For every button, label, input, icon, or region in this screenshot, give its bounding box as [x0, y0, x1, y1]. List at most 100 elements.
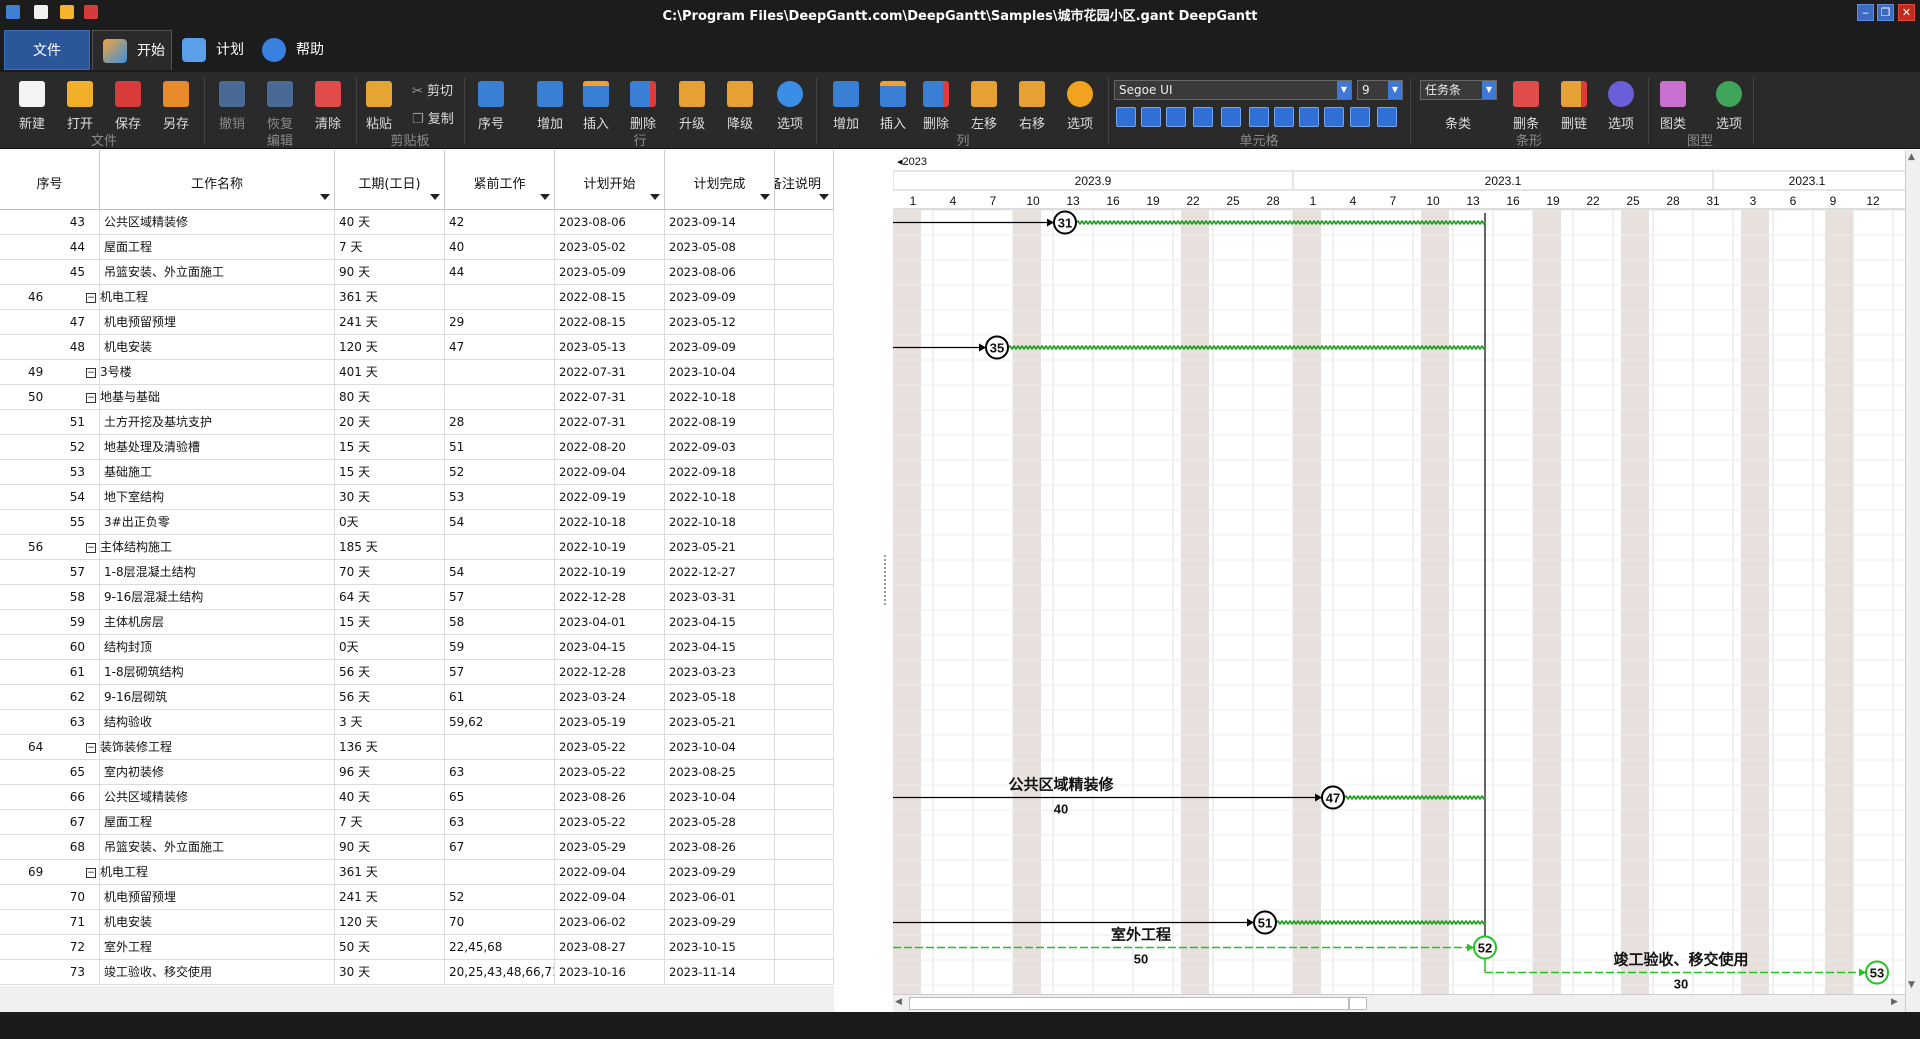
cell-name[interactable]: 基础施工: [100, 460, 335, 485]
cell-dur[interactable]: 401 天: [335, 360, 445, 385]
filter-dropdown-icon[interactable]: [320, 194, 330, 200]
cell-end[interactable]: 2023-05-28: [665, 810, 775, 835]
cell-dur[interactable]: 7 天: [335, 235, 445, 260]
collapse-toggle-icon[interactable]: −: [86, 367, 96, 378]
row-add-button[interactable]: 增加: [527, 76, 573, 136]
cell-name[interactable]: 屋面工程: [100, 810, 335, 835]
cell-dur[interactable]: 96 天: [335, 760, 445, 785]
save-button[interactable]: 保存: [105, 76, 151, 136]
cell-rem[interactable]: [775, 885, 834, 910]
collapse-toggle-icon[interactable]: −: [86, 292, 96, 303]
filter-dropdown-icon[interactable]: [650, 194, 660, 200]
cell-name[interactable]: 地下室结构: [100, 485, 335, 510]
cell-dur[interactable]: 361 天: [335, 860, 445, 885]
cell-name[interactable]: − 地基与基础: [80, 385, 335, 410]
table-row[interactable]: 68 吊篮安装、外立面施工 90 天 67 2023-05-29 2023-08-26: [0, 835, 834, 860]
cell-dur[interactable]: 30 天: [335, 960, 445, 985]
cell-dur[interactable]: 15 天: [335, 460, 445, 485]
scroll-thumb-secondary[interactable]: [1349, 997, 1367, 1010]
cell-id[interactable]: 44: [0, 235, 100, 260]
cell-name[interactable]: 结构封顶: [100, 635, 335, 660]
cell-rem[interactable]: [775, 810, 834, 835]
new-button[interactable]: 新建: [9, 76, 55, 136]
cell-end[interactable]: 2023-08-26: [665, 835, 775, 860]
splitter-grip[interactable]: [884, 555, 887, 605]
cell-rem[interactable]: [775, 960, 834, 985]
cell-pred[interactable]: 44: [445, 260, 555, 285]
cell-end[interactable]: 2022-10-18: [665, 385, 775, 410]
cell-id[interactable]: 63: [0, 710, 100, 735]
cell-name[interactable]: 室外工程: [100, 935, 335, 960]
cell-name[interactable]: −3号楼: [80, 360, 335, 385]
cell-rem[interactable]: [775, 910, 834, 935]
cell-pred[interactable]: 57: [445, 660, 555, 685]
cell-start[interactable]: 2023-08-26: [555, 785, 665, 810]
maximize-button[interactable]: ❐: [1877, 4, 1894, 21]
cell-rem[interactable]: [775, 435, 834, 460]
cell-id[interactable]: 71: [0, 910, 100, 935]
cell-id[interactable]: 62: [0, 685, 100, 710]
cell-id[interactable]: 53: [0, 460, 100, 485]
col-header-start[interactable]: 计划开始: [555, 150, 665, 210]
cell-end[interactable]: 2022-09-03: [665, 435, 775, 460]
table-row[interactable]: 54 地下室结构 30 天 53 2022-09-19 2022-10-18: [0, 485, 834, 510]
col-header-duration[interactable]: 工期(工日): [335, 150, 445, 210]
table-row[interactable]: 44 屋面工程 7 天 40 2023-05-02 2023-05-08: [0, 235, 834, 260]
cell-end[interactable]: 2023-05-21: [665, 535, 775, 560]
cell-rem[interactable]: [775, 510, 834, 535]
shape-type-button[interactable]: 图类: [1650, 76, 1696, 136]
cell-dur[interactable]: 0天: [335, 635, 445, 660]
cell-name[interactable]: − 装饰装修工程: [80, 735, 335, 760]
col-header-end[interactable]: 计划完成: [665, 150, 775, 210]
cell-name[interactable]: 机电预留预埋: [100, 885, 335, 910]
cell-dur[interactable]: 185 天: [335, 535, 445, 560]
cell-rem[interactable]: [775, 535, 834, 560]
cell-start[interactable]: 2022-12-28: [555, 660, 665, 685]
cell-name[interactable]: 公共区域精装修: [100, 210, 335, 235]
sequence-button[interactable]: 序号: [468, 76, 514, 136]
italic-icon[interactable]: [1141, 107, 1161, 127]
tab-help[interactable]: 帮助: [252, 30, 332, 70]
cell-rem[interactable]: [775, 835, 834, 860]
cell-name[interactable]: 3#出正负零: [100, 510, 335, 535]
cell-pred[interactable]: 59,62: [445, 710, 555, 735]
cell-name[interactable]: 9-16层砌筑: [100, 685, 335, 710]
scroll-down-arrow[interactable]: ▼: [1908, 980, 1915, 990]
cell-end[interactable]: 2023-06-01: [665, 885, 775, 910]
cell-rem[interactable]: [775, 685, 834, 710]
cell-start[interactable]: 2022-09-04: [555, 885, 665, 910]
cell-id[interactable]: 66: [0, 785, 100, 810]
cell-pred[interactable]: 70: [445, 910, 555, 935]
cell-rem[interactable]: [775, 610, 834, 635]
row-options-button[interactable]: 选项: [767, 76, 813, 136]
font-family-select[interactable]: Segoe UI ▼: [1114, 80, 1352, 100]
cell-rem[interactable]: [775, 360, 834, 385]
cell-id[interactable]: 70: [0, 885, 100, 910]
cell-name[interactable]: 屋面工程: [100, 235, 335, 260]
indent-up-button[interactable]: 升级: [669, 76, 715, 136]
table-row[interactable]: 45 吊篮安装、外立面施工 90 天 44 2023-05-09 2023-08-06: [0, 260, 834, 285]
cell-dur[interactable]: 15 天: [335, 610, 445, 635]
table-row[interactable]: 62 9-16层砌筑 56 天 61 2023-03-24 2023-05-18: [0, 685, 834, 710]
cell-name[interactable]: − 机电工程: [80, 860, 335, 885]
cell-end[interactable]: 2023-05-18: [665, 685, 775, 710]
cell-rem[interactable]: [775, 285, 834, 310]
cell-dur[interactable]: 40 天: [335, 785, 445, 810]
row-insert-button[interactable]: 插入: [573, 76, 619, 136]
cell-id[interactable]: 55: [0, 510, 100, 535]
cell-end[interactable]: 2023-10-04: [665, 785, 775, 810]
undo-button[interactable]: 撤销: [209, 76, 255, 136]
cell-start[interactable]: 2023-04-01: [555, 610, 665, 635]
col-delete-button[interactable]: 删除: [913, 76, 959, 136]
cell-rem[interactable]: [775, 560, 834, 585]
cell-start[interactable]: 2022-12-28: [555, 585, 665, 610]
cell-start[interactable]: 2023-03-24: [555, 685, 665, 710]
cell-dur[interactable]: 361 天: [335, 285, 445, 310]
cell-dur[interactable]: 90 天: [335, 260, 445, 285]
table-row[interactable]: 43 公共区域精装修 40 天 42 2023-08-06 2023-09-14: [0, 210, 834, 235]
cell-end[interactable]: 2022-10-18: [665, 510, 775, 535]
cell-start[interactable]: 2023-05-29: [555, 835, 665, 860]
cut-button[interactable]: ✂ 剪切: [412, 80, 453, 99]
collapse-toggle-icon[interactable]: −: [86, 392, 96, 403]
cell-pred[interactable]: 63: [445, 760, 555, 785]
